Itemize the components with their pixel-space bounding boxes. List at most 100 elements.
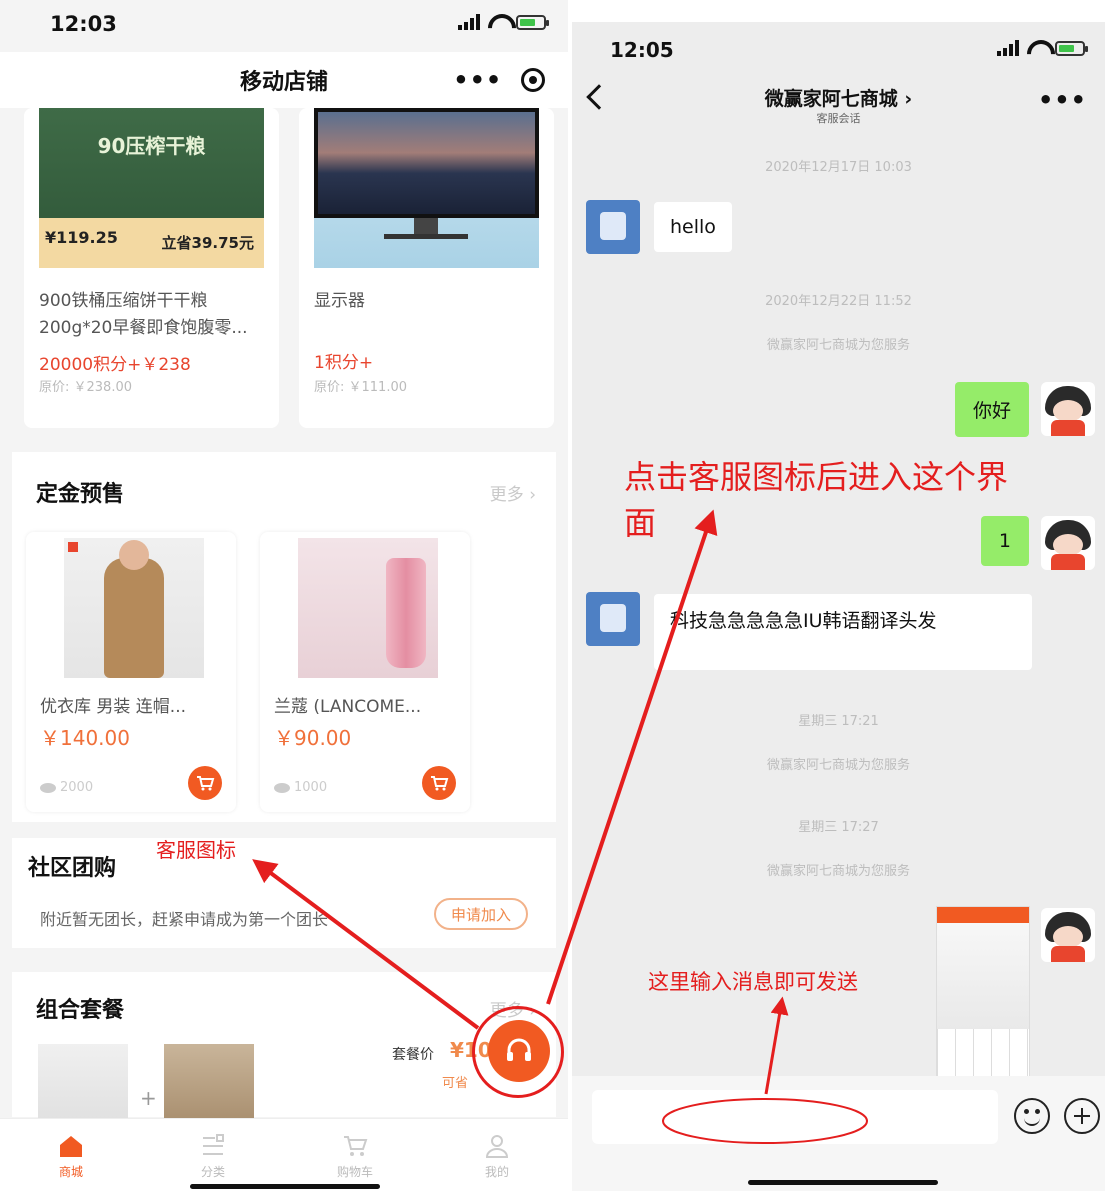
shot-grid [937, 1029, 1029, 1079]
status-time: 12:05 [610, 38, 674, 62]
monitor-base [384, 234, 468, 239]
bundle-item-image[interactable] [164, 1044, 254, 1124]
chat-subtitle: 客服会话 [816, 112, 861, 125]
tab-cart[interactable]: 购物车 [284, 1119, 426, 1191]
product-card[interactable]: 显示器 1积分+ 原价: ￥111.00 [299, 108, 554, 428]
presale-card[interactable]: 兰蔻 (LANCOME... ￥90.00 1000 [260, 532, 470, 812]
home-indicator [748, 1180, 938, 1185]
view-count: 1000 [274, 780, 327, 795]
cart-icon [197, 776, 215, 791]
message-timestamp: 2020年12月17日 10:03 [765, 160, 912, 175]
annotation-enter: 点击客服图标后进入这个界 面 [624, 454, 1008, 546]
home-indicator [190, 1184, 380, 1189]
more-menu-icon[interactable]: ••• [1038, 86, 1087, 114]
message-image[interactable] [936, 906, 1030, 1080]
product-image-heading: 90压榨干粮 [97, 134, 206, 158]
battery-icon [1055, 40, 1088, 56]
view-count: 2000 [40, 780, 93, 795]
bottle-shape [386, 558, 426, 668]
user-avatar [1041, 382, 1095, 436]
shot-content [937, 923, 1029, 1029]
message-bubble-service[interactable]: 科技急急急急急IU韩语翻译头发 [654, 594, 1032, 670]
system-notice: 微赢家阿七商城为您服务 [766, 338, 910, 353]
product-image [298, 538, 438, 678]
message-timestamp: 星期三 17:21 [798, 714, 879, 729]
product-price: 20000积分+￥238 [39, 355, 191, 375]
cart-icon [431, 776, 449, 791]
product-name: 优衣库 男装 连帽... [40, 697, 187, 717]
screenshot-stage: 12:03 移动店铺 ••• 90压榨干粮 ¥119.25 立省39.75元 9… [0, 0, 1105, 1191]
product-image [64, 538, 204, 678]
user-icon [485, 1135, 509, 1158]
signal-icon [997, 40, 1019, 56]
chat-title[interactable]: 微赢家阿七商城 › [572, 84, 1105, 111]
plus-icon: + [140, 1086, 157, 1110]
user-avatar [1041, 908, 1095, 962]
service-avatar [586, 200, 640, 254]
customer-service-button[interactable] [488, 1020, 550, 1082]
message-bubble-user[interactable]: 你好 [954, 382, 1029, 437]
close-miniapp-icon[interactable] [520, 68, 545, 92]
tab-category[interactable]: 分类 [142, 1119, 284, 1191]
shop-screen: 12:03 移动店铺 ••• 90压榨干粮 ¥119.25 立省39.75元 9… [0, 0, 568, 1191]
shot-header [937, 907, 1029, 923]
status-icons [458, 14, 549, 30]
product-card[interactable]: 90压榨干粮 ¥119.25 立省39.75元 900铁桶压缩饼干干粮200g*… [24, 108, 279, 428]
more-menu-icon[interactable]: ••• [453, 66, 502, 94]
product-image [314, 108, 539, 268]
tab-profile[interactable]: 我的 [426, 1119, 568, 1191]
annotation-enter-line2: 面 [624, 504, 657, 542]
tab-home[interactable]: 商城 [0, 1119, 142, 1191]
product-price: 1积分+ [314, 353, 374, 373]
view-count-value: 2000 [60, 780, 94, 795]
message-bubble-service[interactable]: hello [654, 202, 732, 252]
plus-icon[interactable] [1064, 1098, 1100, 1134]
chat-nav-bar: 微赢家阿七商城 › 客服会话 ••• [572, 74, 1105, 130]
product-price: ￥140.00 [40, 726, 130, 750]
section-title: 定金预售 [36, 482, 125, 507]
brand-tag [68, 542, 78, 552]
view-count-value: 1000 [294, 780, 328, 795]
more-link[interactable]: 更多 › [490, 480, 536, 505]
product-grid: 90压榨干粮 ¥119.25 立省39.75元 900铁桶压缩饼干干粮200g*… [24, 108, 554, 428]
deposit-presale-section: 定金预售 更多 › 优衣库 男装 连帽... ￥140.00 2000 兰蔻 (… [12, 452, 556, 822]
avatar-body [1051, 420, 1085, 436]
emoji-icon[interactable] [1014, 1098, 1050, 1134]
chat-screen: 12:05 微赢家阿七商城 › 客服会话 ••• 2020年12月17日 10:… [572, 22, 1105, 1191]
eye-icon [274, 782, 290, 793]
tab-label: 商城 [58, 1165, 83, 1179]
presale-card[interactable]: 优衣库 男装 连帽... ￥140.00 2000 [26, 532, 236, 812]
message-input[interactable] [592, 1090, 998, 1144]
monitor-screen [314, 108, 539, 218]
user-avatar [1041, 516, 1095, 570]
annotation-cs-icon: 客服图标 [156, 838, 236, 862]
group-buy-section: 社区团购 附近暂无团长，赶紧申请成为第一个团长 申请加入 [12, 838, 556, 948]
tab-bar: 商城 分类 购物车 我的 [0, 1118, 568, 1191]
product-price: ￥90.00 [274, 726, 352, 750]
eye-icon [40, 782, 56, 793]
status-bar: 12:03 [0, 0, 568, 52]
add-to-cart-button[interactable] [422, 766, 456, 800]
add-to-cart-button[interactable] [188, 766, 222, 800]
apply-button[interactable]: 申请加入 [434, 898, 528, 930]
tab-label: 我的 [484, 1165, 509, 1179]
battery-icon [516, 14, 549, 30]
avatar-body [1051, 946, 1085, 962]
section-title: 社区团购 [28, 856, 117, 881]
product-name: 兰蔻 (LANCOME... [274, 697, 422, 717]
bundle-item-image[interactable] [38, 1044, 128, 1124]
bundle-saving: 可省 [442, 1076, 469, 1091]
head-shape [119, 540, 149, 570]
wifi-icon [1027, 40, 1047, 56]
status-bar: 12:05 [572, 22, 1105, 74]
status-icons [997, 40, 1088, 56]
category-icon [203, 1134, 224, 1155]
message-timestamp: 2020年12月22日 11:52 [765, 294, 912, 309]
tab-label: 分类 [200, 1165, 225, 1179]
coat-shape [104, 558, 164, 678]
product-image: 90压榨干粮 ¥119.25 立省39.75元 [39, 108, 264, 268]
bundle-price-label: 套餐价 [392, 1047, 434, 1063]
avatar-face [1053, 926, 1083, 948]
product-original-price: 原价: ￥238.00 [39, 380, 132, 395]
group-buy-desc: 附近暂无团长，赶紧申请成为第一个团长 [40, 910, 329, 929]
